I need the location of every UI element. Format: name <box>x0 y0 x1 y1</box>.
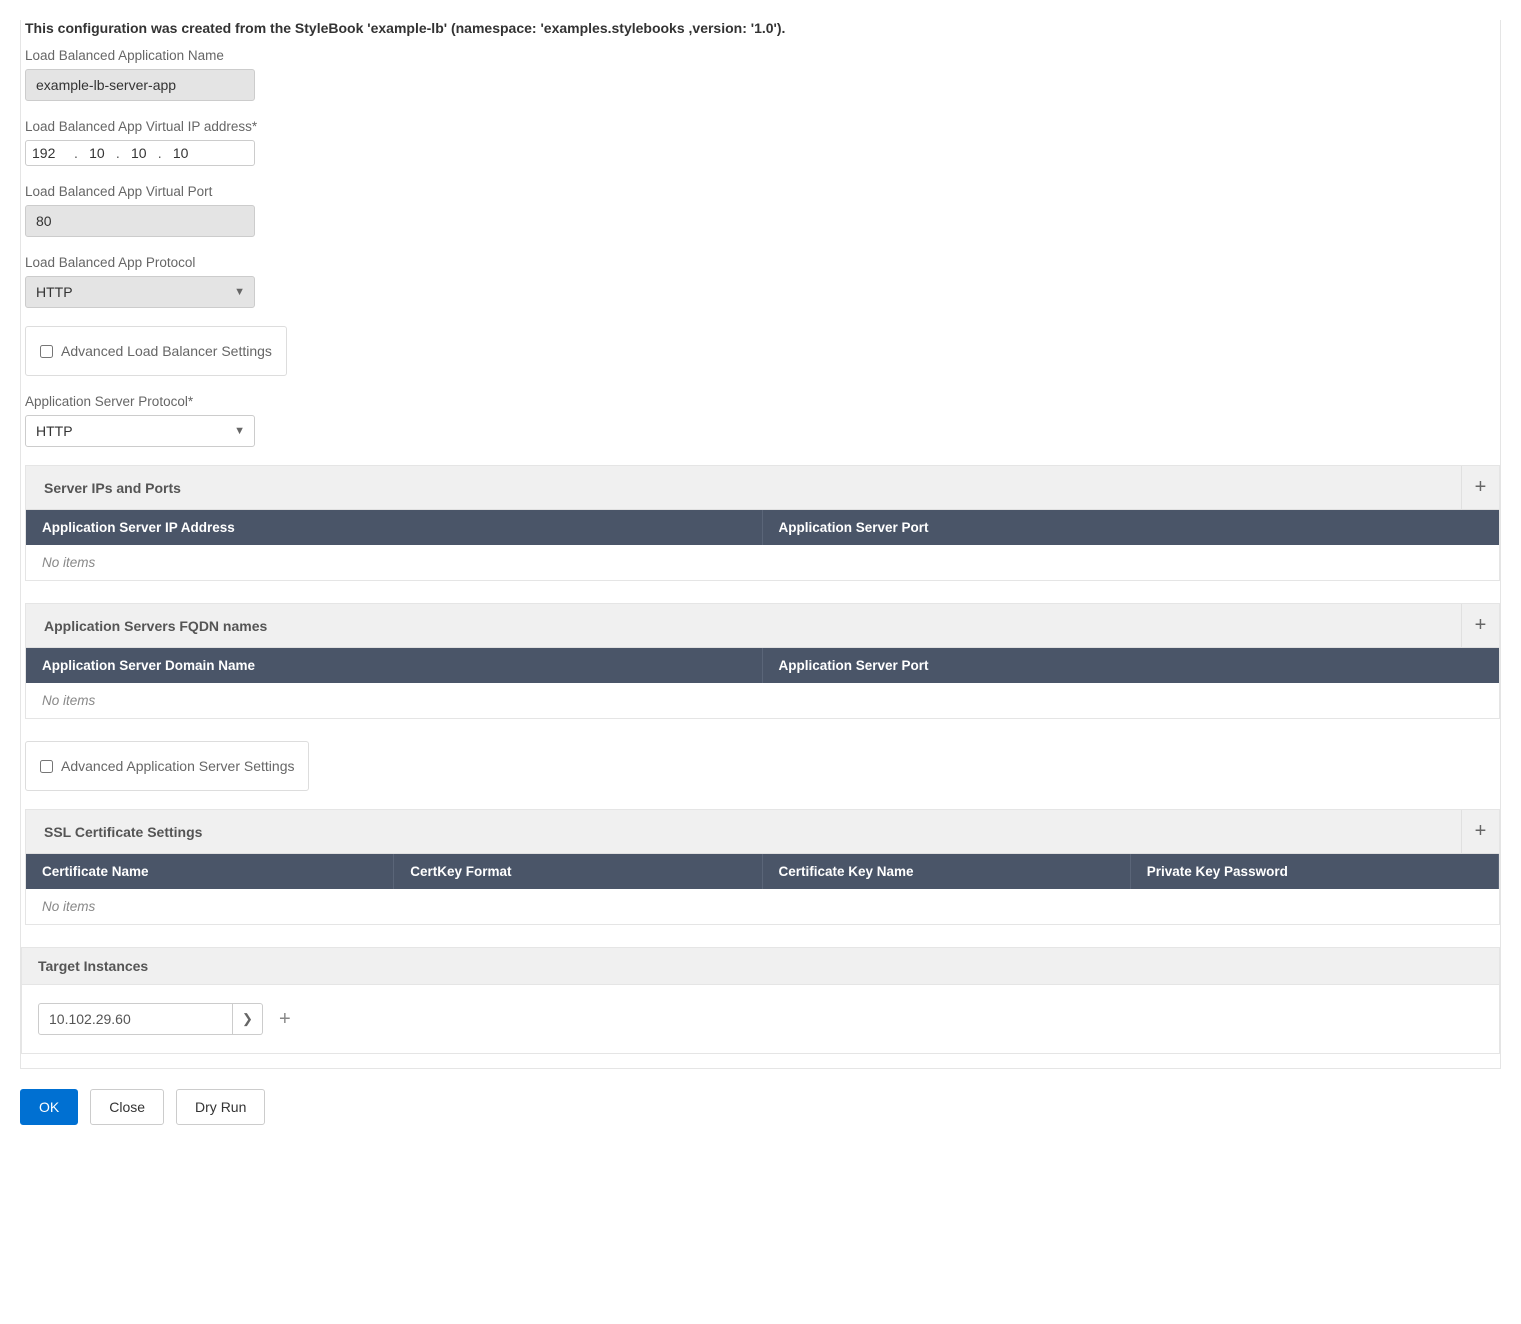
advanced-lb-checkbox[interactable] <box>40 345 53 358</box>
ok-button[interactable]: OK <box>20 1089 78 1125</box>
advanced-lb-label[interactable]: Advanced Load Balancer Settings <box>40 343 272 359</box>
fqdn-empty: No items <box>26 683 1499 718</box>
app-name-input[interactable] <box>25 69 255 101</box>
plus-icon: + <box>1475 820 1487 843</box>
app-server-protocol-select[interactable]: HTTP <box>25 415 255 447</box>
chevron-right-icon: ❯ <box>242 1011 253 1027</box>
dry-run-button[interactable]: Dry Run <box>176 1089 265 1125</box>
col-privkey-pass: Private Key Password <box>1131 854 1499 889</box>
close-button[interactable]: Close <box>90 1089 164 1125</box>
app-name-label: Load Balanced Application Name <box>25 48 1500 63</box>
ssl-section: SSL Certificate Settings + Certificate N… <box>25 809 1500 925</box>
vport-input[interactable] <box>25 205 255 237</box>
col-app-server-port: Application Server Port <box>763 510 1500 545</box>
config-header: This configuration was created from the … <box>25 20 1500 36</box>
col-app-server-ip: Application Server IP Address <box>26 510 763 545</box>
vip-octet-3[interactable] <box>122 145 156 161</box>
col-fqdn-port: Application Server Port <box>763 648 1500 683</box>
ssl-empty: No items <box>26 889 1499 924</box>
ip-dot: . <box>114 145 122 161</box>
vip-input-group[interactable]: . . . <box>25 140 255 166</box>
target-instance-input[interactable] <box>38 1003 233 1035</box>
target-expand-button[interactable]: ❯ <box>233 1003 263 1035</box>
vport-label: Load Balanced App Virtual Port <box>25 184 1500 199</box>
plus-icon: + <box>1475 614 1487 637</box>
ip-dot: . <box>72 145 80 161</box>
ip-dot: . <box>156 145 164 161</box>
ssl-title: SSL Certificate Settings <box>26 812 220 852</box>
advanced-app-server-checkbox[interactable] <box>40 760 53 773</box>
target-instances-title: Target Instances <box>21 947 1500 985</box>
server-ips-add-button[interactable]: + <box>1461 466 1499 509</box>
vip-label: Load Balanced App Virtual IP address* <box>25 119 1500 134</box>
server-ips-empty: No items <box>26 545 1499 580</box>
add-target-instance-button[interactable]: + <box>279 1008 291 1031</box>
plus-icon: + <box>1475 476 1487 499</box>
fqdn-title: Application Servers FQDN names <box>26 606 285 646</box>
vip-octet-1[interactable] <box>32 145 72 161</box>
vip-octet-2[interactable] <box>80 145 114 161</box>
fqdn-add-button[interactable]: + <box>1461 604 1499 647</box>
server-ips-section: Server IPs and Ports + Application Serve… <box>25 465 1500 581</box>
vip-octet-4[interactable] <box>164 145 198 161</box>
col-cert-name: Certificate Name <box>26 854 394 889</box>
protocol-label: Load Balanced App Protocol <box>25 255 1500 270</box>
col-certkey-format: CertKey Format <box>394 854 762 889</box>
advanced-app-server-label[interactable]: Advanced Application Server Settings <box>40 758 294 774</box>
col-domain-name: Application Server Domain Name <box>26 648 763 683</box>
fqdn-section: Application Servers FQDN names + Applica… <box>25 603 1500 719</box>
app-server-protocol-label: Application Server Protocol* <box>25 394 1500 409</box>
server-ips-title: Server IPs and Ports <box>26 468 199 508</box>
ssl-add-button[interactable]: + <box>1461 810 1499 853</box>
protocol-select[interactable]: HTTP <box>25 276 255 308</box>
col-cert-key-name: Certificate Key Name <box>763 854 1131 889</box>
